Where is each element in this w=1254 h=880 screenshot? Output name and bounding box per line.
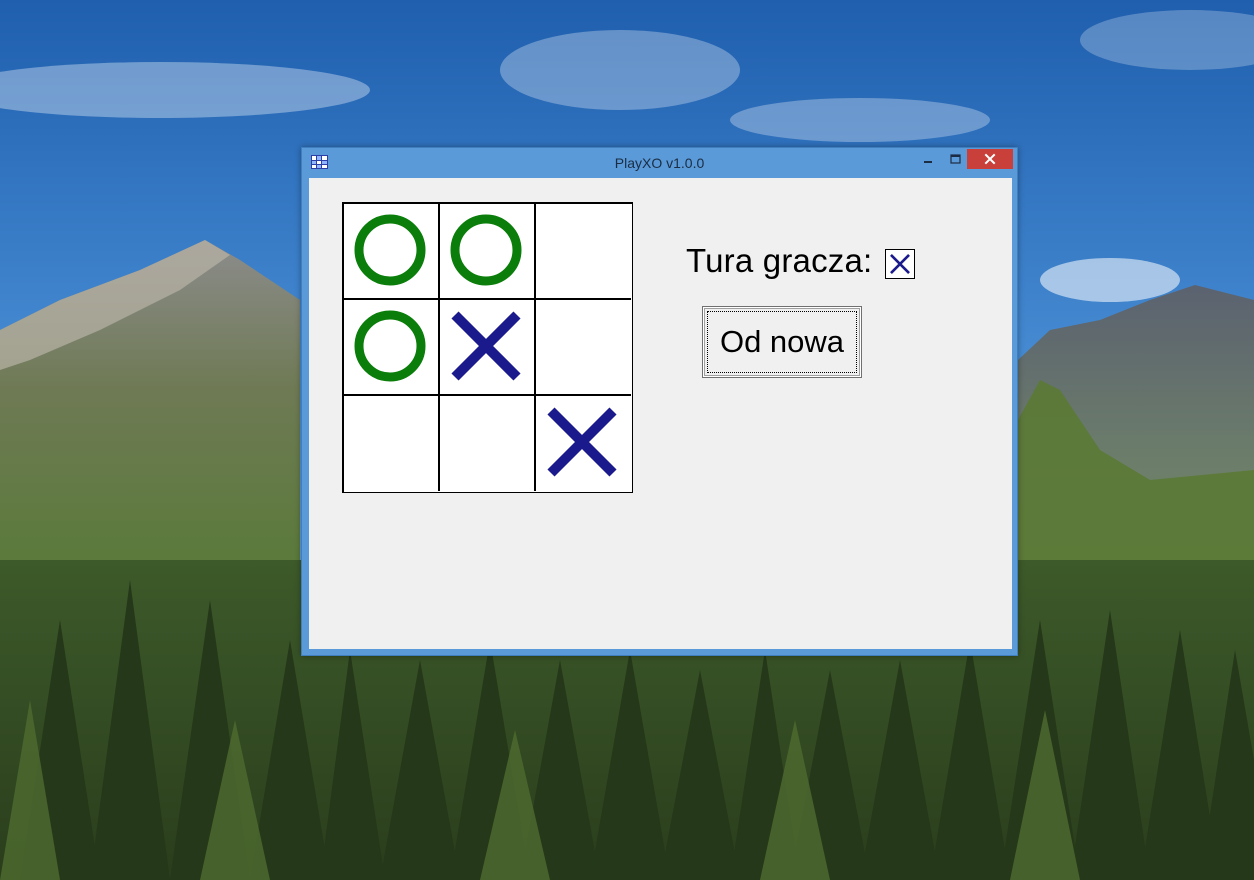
grid-line <box>344 394 631 396</box>
game-board <box>342 202 633 493</box>
current-player-indicator <box>885 249 915 279</box>
board-cell[interactable] <box>440 300 536 396</box>
window-client-area: Tura gracza: Od nowa <box>309 178 1012 649</box>
minimize-icon <box>924 161 932 163</box>
window-title: PlayXO v1.0.0 <box>614 155 705 171</box>
minimize-button[interactable] <box>915 149 941 169</box>
x-mark-icon <box>890 254 910 274</box>
board-cell[interactable] <box>344 204 440 300</box>
board-cell[interactable] <box>440 204 536 300</box>
o-mark-icon <box>354 214 426 286</box>
o-mark-icon <box>450 214 522 286</box>
board-cell[interactable] <box>344 300 440 396</box>
close-icon <box>984 153 996 165</box>
board-cell[interactable] <box>536 396 632 492</box>
grid-line <box>534 204 536 491</box>
x-mark-icon <box>547 407 617 477</box>
board-cell[interactable] <box>344 396 440 492</box>
grid-line <box>438 204 440 491</box>
maximize-button[interactable] <box>942 149 968 169</box>
x-mark-icon <box>451 311 521 381</box>
restart-button[interactable]: Od nowa <box>702 306 862 378</box>
o-mark-icon <box>354 310 426 382</box>
board-cell[interactable] <box>536 204 632 300</box>
close-button[interactable] <box>967 149 1013 169</box>
turn-label: Tura gracza: <box>686 242 873 279</box>
grid-line <box>344 298 631 300</box>
title-bar[interactable]: PlayXO v1.0.0 <box>302 148 1017 178</box>
focus-rectangle <box>707 311 857 373</box>
maximize-icon <box>950 154 961 164</box>
app-window: PlayXO v1.0.0 Tura gracza: Od nowa <box>301 147 1018 656</box>
board-cell[interactable] <box>440 396 536 492</box>
board-cell[interactable] <box>536 300 632 396</box>
